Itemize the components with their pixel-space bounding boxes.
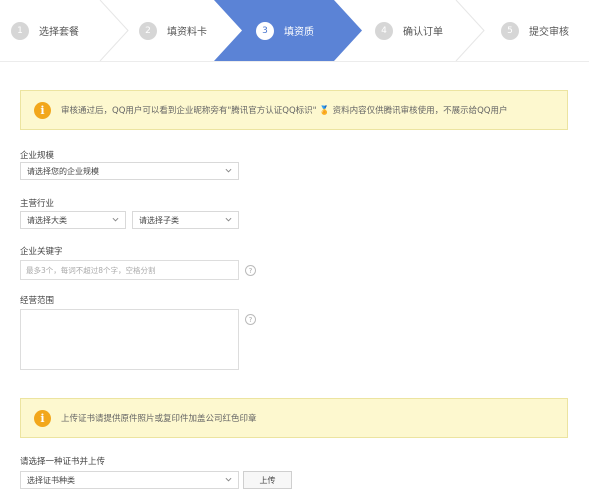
step-separator: [99, 0, 129, 61]
industry-major-select[interactable]: 请选择大类: [20, 211, 126, 229]
chevron-down-icon: [225, 168, 232, 173]
step-4-label: 确认订单: [403, 27, 443, 38]
keywords-label: 企业关键字: [20, 247, 63, 257]
chevron-down-icon: [225, 477, 232, 482]
keywords-input[interactable]: 最多3个，每词不超过8个字，空格分割: [20, 260, 239, 280]
scale-label: 企业规模: [20, 151, 55, 161]
step-1-label: 选择套餐: [39, 27, 79, 38]
step-2[interactable]: 2 填资料卡: [139, 0, 207, 61]
step-1-number: 1: [11, 21, 29, 40]
info-icon: i: [34, 101, 51, 119]
industry-minor-select[interactable]: 请选择子类: [132, 211, 239, 229]
chevron-down-icon: [225, 217, 232, 222]
step-5[interactable]: 5 提交审核: [501, 0, 569, 61]
step-2-label: 填资料卡: [167, 27, 207, 38]
keywords-placeholder: 最多3个，每词不超过8个字，空格分割: [26, 265, 156, 275]
step-3-number: 3: [256, 21, 274, 40]
info-icon: i: [34, 409, 51, 427]
certificate-type-select[interactable]: 选择证书种类: [20, 471, 239, 489]
upload-notice: i 上传证书请提供原件照片或复印件加盖公司红色印章: [20, 398, 568, 438]
upload-notice-text: 上传证书请提供原件照片或复印件加盖公司红色印章: [61, 414, 257, 424]
industry-label: 主营行业: [20, 199, 55, 209]
industry-minor-value: 请选择子类: [139, 215, 179, 225]
step-separator: [455, 0, 485, 61]
help-icon[interactable]: ?: [245, 265, 256, 276]
help-icon[interactable]: ?: [245, 314, 256, 325]
scope-textarea[interactable]: [20, 309, 239, 370]
chevron-down-icon: [112, 217, 119, 222]
step-5-number: 5: [501, 21, 519, 40]
step-1[interactable]: 1 选择套餐: [11, 0, 79, 61]
step-5-label: 提交审核: [529, 27, 569, 38]
industry-major-value: 请选择大类: [27, 215, 67, 225]
scale-select-value: 请选择您的企业规模: [27, 166, 99, 176]
step-4-number: 4: [375, 21, 393, 40]
step-progress-bar: 1 选择套餐 2 填资料卡 3 填资质 4 确认订单 5 提交审核: [0, 0, 589, 62]
scale-select[interactable]: 请选择您的企业规模: [20, 162, 239, 180]
certificate-type-value: 选择证书种类: [27, 475, 75, 485]
review-notice: i 审核通过后，QQ用户可以看到企业昵称旁有"腾讯官方认证QQ标识" 🏅 资料内…: [20, 90, 568, 130]
step-3[interactable]: 3 填资质: [256, 0, 314, 61]
upload-button[interactable]: 上传: [243, 471, 292, 489]
upload-label: 请选择一种证书并上传: [20, 457, 106, 467]
step-2-number: 2: [139, 21, 157, 40]
scope-label: 经营范围: [20, 296, 55, 306]
review-notice-text: 审核通过后，QQ用户可以看到企业昵称旁有"腾讯官方认证QQ标识" 🏅 资料内容仅…: [61, 106, 508, 116]
step-4[interactable]: 4 确认订单: [375, 0, 443, 61]
step-3-label: 填资质: [284, 27, 314, 38]
